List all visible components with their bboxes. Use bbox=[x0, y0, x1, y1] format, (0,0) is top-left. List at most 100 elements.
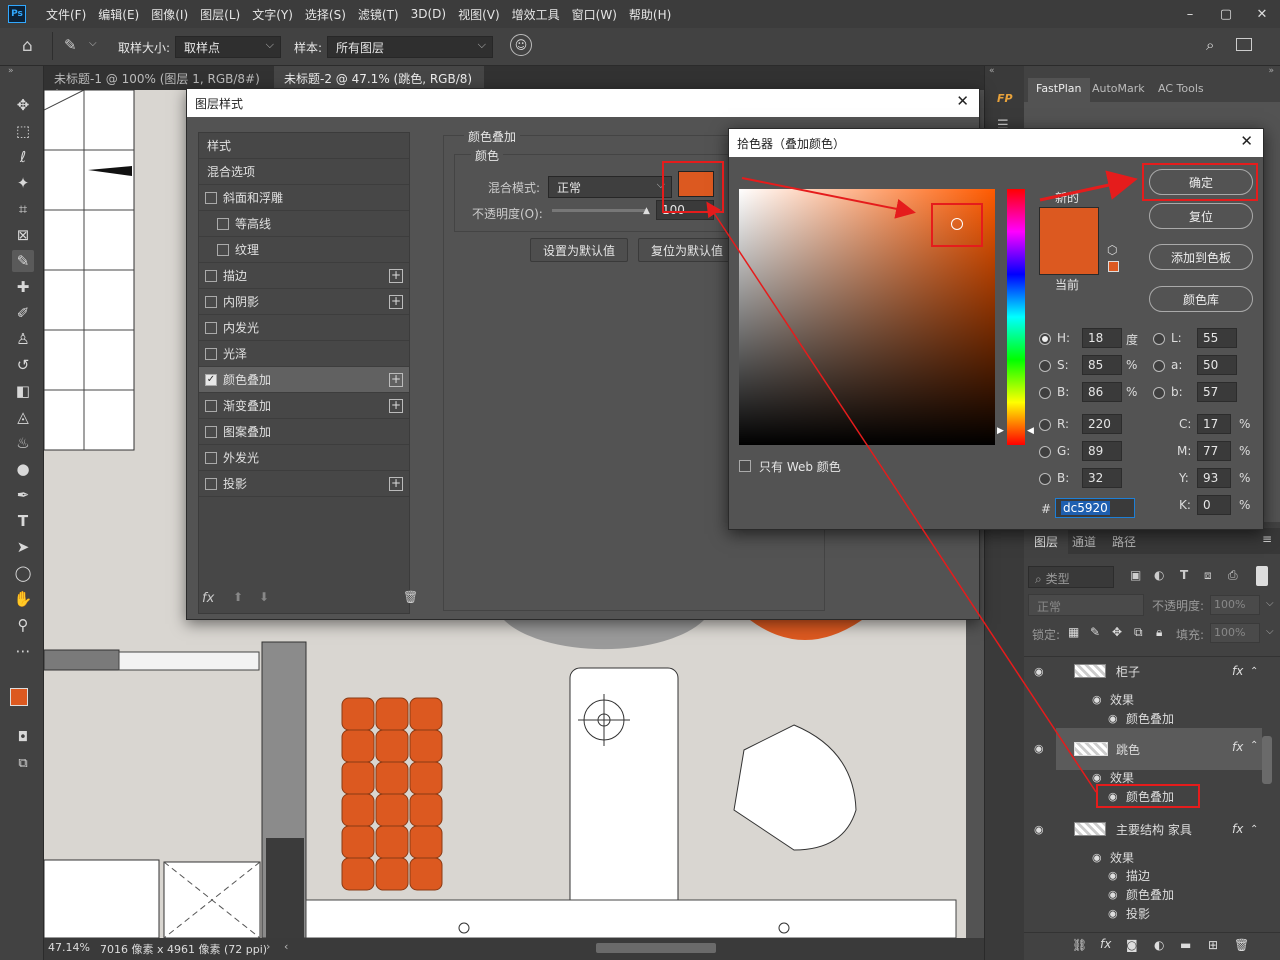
layer-filter-select[interactable]: ⌕ 类型 bbox=[1028, 566, 1114, 588]
web-safe-swatch[interactable] bbox=[1108, 261, 1119, 272]
lock-transparent-icon[interactable]: ▦ bbox=[1068, 625, 1079, 639]
hue-field[interactable]: 18 bbox=[1082, 328, 1122, 348]
hue-slider[interactable] bbox=[1007, 189, 1025, 445]
brush-tool-icon[interactable]: ✐ bbox=[12, 302, 34, 324]
menu-select[interactable]: 选择(S) bbox=[299, 6, 352, 23]
effect-row[interactable]: ◉ 投影 bbox=[1030, 904, 1276, 922]
tab-fastplan[interactable]: FastPlan bbox=[1028, 78, 1090, 102]
sample-ring-icon[interactable]: ☺ bbox=[510, 34, 532, 56]
style-row[interactable]: 投影 + bbox=[199, 471, 409, 497]
style-row[interactable]: 图案叠加 bbox=[199, 419, 409, 445]
style-checkbox[interactable] bbox=[205, 451, 217, 464]
scroll-left-icon[interactable]: ‹ bbox=[284, 940, 288, 953]
style-checkbox[interactable] bbox=[205, 399, 217, 412]
lab-b-field[interactable]: 57 bbox=[1197, 382, 1237, 402]
lasso-tool-icon[interactable]: ℓ bbox=[12, 146, 34, 168]
blue-field[interactable]: 32 bbox=[1082, 468, 1122, 488]
eye-icon[interactable]: ◉ bbox=[1092, 851, 1102, 864]
adjustment-layer-icon[interactable]: ◐ bbox=[1154, 938, 1164, 952]
lab-b-radio[interactable] bbox=[1153, 387, 1165, 399]
tab-untitled-1[interactable]: 未标题-1 @ 100% (图层 1, RGB/8#) * × bbox=[44, 66, 272, 101]
move-tool-icon[interactable]: ✥ bbox=[12, 94, 34, 116]
color-libraries-button[interactable]: 颜色库 bbox=[1149, 286, 1253, 312]
eyedropper-tool-icon[interactable]: ✎ bbox=[64, 36, 77, 54]
add-mask-icon[interactable]: ◙ bbox=[1126, 938, 1138, 952]
lock-position-icon[interactable]: ✥ bbox=[1112, 625, 1122, 639]
style-checkbox[interactable] bbox=[205, 295, 217, 308]
add-instance-icon[interactable]: + bbox=[389, 268, 403, 283]
zoom-tool-icon[interactable]: ⚲ bbox=[12, 614, 34, 636]
eye-icon[interactable]: ◉ bbox=[1108, 712, 1118, 725]
sample-size-select[interactable]: 取样点 bbox=[175, 36, 281, 58]
chevron-down-icon[interactable]: ⌵ bbox=[1266, 598, 1274, 609]
style-checkbox[interactable] bbox=[205, 347, 217, 360]
fx-icon[interactable]: fx bbox=[1232, 822, 1243, 836]
hand-tool-icon[interactable]: ✋ bbox=[12, 588, 34, 610]
opacity-field[interactable]: 100% bbox=[1210, 595, 1260, 615]
zoom-level[interactable]: 47.14% bbox=[48, 941, 90, 954]
blue-radio[interactable] bbox=[1039, 473, 1051, 485]
eye-icon[interactable]: ◉ bbox=[1108, 790, 1118, 803]
brightness-field[interactable]: 86 bbox=[1082, 382, 1122, 402]
collapse-chevrons-icon[interactable]: » bbox=[8, 66, 14, 76]
saturation-field[interactable]: 85 bbox=[1082, 355, 1122, 375]
eye-icon[interactable]: ◉ bbox=[1108, 907, 1118, 920]
effect-row[interactable]: ◉ 颜色叠加 bbox=[1030, 709, 1276, 727]
menu-plugins[interactable]: 增效工具 bbox=[506, 6, 566, 23]
paint-bucket-icon[interactable]: ◬ bbox=[12, 406, 34, 428]
maximize-icon[interactable]: ▢ bbox=[1208, 7, 1244, 22]
chevron-up-icon[interactable]: ⌃ bbox=[1250, 824, 1258, 835]
dodge-tool-icon[interactable]: ● bbox=[12, 458, 34, 480]
chevron-up-icon[interactable]: ⌃ bbox=[1250, 740, 1258, 751]
filter-smart-object-icon[interactable]: ⎙ bbox=[1228, 568, 1238, 583]
tab-automark[interactable]: AutoMark bbox=[1084, 78, 1153, 102]
style-checkbox[interactable] bbox=[205, 269, 217, 282]
add-instance-icon[interactable]: + bbox=[389, 294, 403, 309]
style-row[interactable]: 样式 bbox=[199, 133, 409, 159]
new-layer-icon[interactable]: ⊞ bbox=[1208, 938, 1218, 952]
style-row[interactable]: 光泽 bbox=[199, 341, 409, 367]
lab-a-field[interactable]: 50 bbox=[1197, 355, 1237, 375]
eye-icon[interactable]: ◉ bbox=[1034, 665, 1044, 678]
green-radio[interactable] bbox=[1039, 446, 1051, 458]
style-checkbox[interactable] bbox=[205, 425, 217, 438]
menu-window[interactable]: 窗口(W) bbox=[566, 6, 623, 23]
chevron-right-icon[interactable]: › bbox=[266, 940, 270, 953]
style-row[interactable]: 内发光 bbox=[199, 315, 409, 341]
ok-button[interactable]: 确定 bbox=[1149, 169, 1253, 195]
eyedropper-tool-icon[interactable]: ✎ bbox=[12, 250, 34, 272]
menu-image[interactable]: 图像(I) bbox=[145, 6, 194, 23]
add-instance-icon[interactable]: + bbox=[389, 372, 403, 387]
history-brush-icon[interactable]: ↺ bbox=[12, 354, 34, 376]
opacity-slider-thumb[interactable]: ▲ bbox=[643, 206, 650, 216]
green-field[interactable]: 89 bbox=[1082, 441, 1122, 461]
red-radio[interactable] bbox=[1039, 419, 1051, 431]
saturation-radio[interactable] bbox=[1039, 360, 1051, 372]
link-layers-icon[interactable]: ⛓ bbox=[1072, 938, 1087, 952]
eye-icon[interactable]: ◉ bbox=[1108, 869, 1118, 882]
add-to-swatches-button[interactable]: 添加到色板 bbox=[1149, 244, 1253, 270]
hue-slider-right-arrow[interactable]: ◀ bbox=[1027, 426, 1034, 436]
layer-row-main-structure[interactable]: ◉ 主要结构 家具 fx ⌃ bbox=[1030, 816, 1276, 842]
style-checkbox[interactable] bbox=[205, 321, 217, 334]
tab-layers[interactable]: 图层 bbox=[1024, 528, 1069, 554]
out-of-gamut-cube-icon[interactable]: ⬡ bbox=[1107, 243, 1117, 257]
fastplan-icon[interactable]: FP bbox=[997, 92, 1013, 105]
black-field[interactable]: 0 bbox=[1197, 495, 1231, 515]
style-row[interactable]: 渐变叠加 + bbox=[199, 393, 409, 419]
style-checkbox[interactable] bbox=[217, 243, 229, 256]
opacity-field[interactable]: 100 bbox=[656, 200, 714, 220]
filter-pixel-icon[interactable]: ▣ bbox=[1130, 568, 1141, 582]
menu-filter[interactable]: 滤镜(T) bbox=[352, 6, 405, 23]
layer-row-accent-selected[interactable]: 跳色 fx ⌃ bbox=[1056, 728, 1262, 770]
horizontal-scrollbar[interactable] bbox=[596, 943, 716, 953]
filter-toggle[interactable] bbox=[1256, 566, 1268, 586]
web-colors-checkbox[interactable] bbox=[739, 460, 751, 472]
style-row[interactable]: 外发光 bbox=[199, 445, 409, 471]
tab-untitled-2[interactable]: 未标题-2 @ 47.1% (跳色, RGB/8) * × bbox=[274, 66, 484, 101]
close-icon[interactable]: ✕ bbox=[956, 92, 969, 110]
delete-layer-icon[interactable]: 🗑︎ bbox=[1234, 938, 1249, 952]
eye-icon[interactable]: ◉ bbox=[1034, 742, 1044, 755]
red-field[interactable]: 220 bbox=[1082, 414, 1122, 434]
screen-mode-icon[interactable]: ⧉ bbox=[12, 752, 34, 774]
